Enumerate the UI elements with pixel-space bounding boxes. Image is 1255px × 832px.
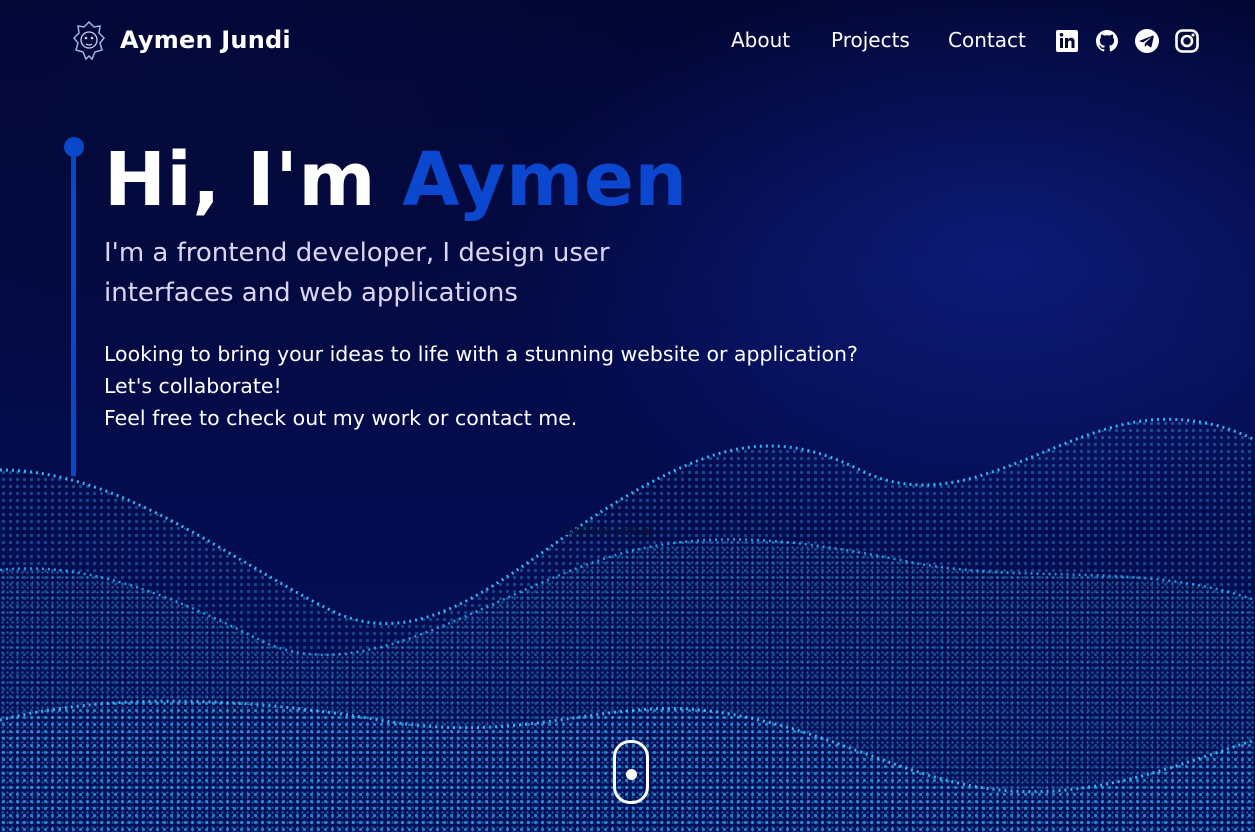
nav-projects[interactable]: Projects	[831, 28, 910, 52]
hero-name: Aymen	[402, 137, 688, 223]
scroll-wheel-dot	[626, 769, 637, 780]
nav-about[interactable]: About	[731, 28, 790, 52]
hero-subtitle: I'm a frontend developer, I design user …	[104, 238, 610, 308]
hero-heading: Hi, I'm Aymen	[104, 134, 688, 226]
linkedin-icon[interactable]	[1054, 28, 1080, 54]
hero-greeting: Hi, I'm	[104, 137, 403, 223]
brand-name[interactable]: Aymen Jundi	[120, 26, 291, 54]
hero-intro: Looking to bring your ideas to life with…	[104, 338, 924, 434]
hero-intro-line: Feel free to check out my work or contac…	[104, 406, 578, 430]
hero-intro-line: Let's collaborate!	[104, 374, 282, 398]
mouse-scroll-icon[interactable]	[613, 740, 649, 804]
lion-head-icon[interactable]	[72, 20, 106, 62]
hero-intro-line: Looking to bring your ideas to life with…	[104, 342, 858, 366]
timeline-line	[71, 150, 76, 476]
telegram-icon[interactable]	[1134, 28, 1160, 54]
top-navbar: Aymen Jundi About Projects Contact	[0, 0, 1255, 84]
github-icon[interactable]	[1094, 28, 1120, 54]
nav-contact[interactable]: Contact	[948, 28, 1026, 52]
instagram-icon[interactable]	[1174, 28, 1200, 54]
image-caption: Custom Setup	[561, 524, 653, 539]
